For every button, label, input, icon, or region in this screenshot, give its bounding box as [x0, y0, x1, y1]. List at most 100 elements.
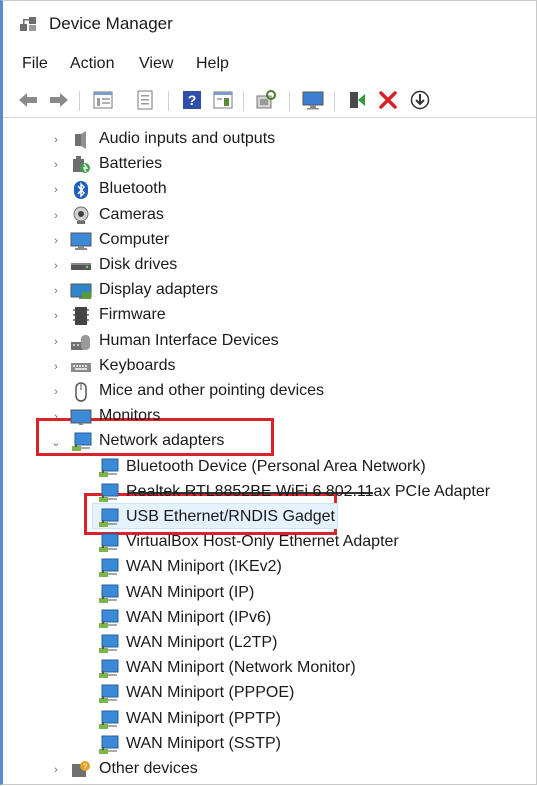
disk-drive-icon — [70, 256, 92, 276]
computer-icon — [70, 231, 92, 251]
tree-category-human-interface-devices[interactable]: › Human Interface Devices — [3, 329, 536, 354]
mouse-icon — [70, 382, 92, 402]
network-adapter-icon — [97, 533, 119, 553]
tree-category-bluetooth[interactable]: › Bluetooth — [3, 177, 536, 202]
firmware-icon — [70, 306, 92, 326]
tree-device-usb-ethernet-rndis-gadget[interactable]: USB Ethernet/RNDIS Gadget — [3, 505, 536, 530]
action-view-icon[interactable] — [211, 88, 235, 112]
menu-file[interactable]: File — [22, 53, 48, 75]
toolbar-separator — [334, 91, 335, 111]
network-adapter-icon — [97, 584, 119, 604]
tree-device-wan-miniport-ikev2[interactable]: WAN Miniport (IKEv2) — [3, 555, 536, 580]
menu-bar: File Action View Help — [3, 53, 536, 79]
device-manager-icon — [19, 15, 37, 33]
chevron-down-icon[interactable]: ⌄ — [50, 436, 62, 449]
category-label: Network adapters — [99, 432, 225, 450]
category-label: Cameras — [99, 205, 164, 223]
toolbar: ? — [3, 83, 536, 118]
category-label: Keyboards — [99, 356, 176, 374]
network-adapter-icon — [97, 609, 119, 629]
device-manager-window: Device Manager File Action View Help ? ›… — [0, 0, 537, 785]
tree-category-mice-and-other-pointing-devices[interactable]: › Mice and other pointing devices — [3, 379, 536, 404]
enable-driver-icon[interactable] — [345, 88, 369, 112]
help-icon[interactable]: ? — [180, 88, 204, 112]
tree-device-wan-miniport-ipv6[interactable]: WAN Miniport (IPv6) — [3, 606, 536, 631]
chevron-right-icon[interactable]: › — [50, 386, 62, 398]
network-adapter-icon — [97, 659, 119, 679]
show-hidden-icon[interactable] — [133, 88, 157, 112]
scan-hardware-icon[interactable] — [254, 88, 278, 112]
speaker-icon — [70, 130, 92, 150]
tree-category-batteries[interactable]: › Batteries — [3, 152, 536, 177]
toolbar-separator — [79, 91, 80, 111]
menu-action[interactable]: Action — [70, 53, 114, 75]
chevron-right-icon[interactable]: › — [50, 235, 62, 247]
device-label: WAN Miniport (PPTP) — [126, 709, 281, 727]
chevron-right-icon[interactable]: › — [50, 411, 62, 423]
tree-category-keyboards[interactable]: › Keyboards — [3, 354, 536, 379]
network-adapter-icon — [70, 432, 92, 452]
tree-device-virtualbox-host-only-ethernet-adapter[interactable]: VirtualBox Host-Only Ethernet Adapter — [3, 530, 536, 555]
tree-device-wan-miniport-ip[interactable]: WAN Miniport (IP) — [3, 581, 536, 606]
tree-category-network-adapters[interactable]: ⌄ Network adapters — [3, 429, 536, 454]
device-tree: › Audio inputs and outputs › Batteries › Blue… — [3, 119, 536, 786]
chevron-right-icon[interactable]: › — [50, 310, 62, 322]
category-label: Human Interface Devices — [99, 331, 279, 349]
tree-category-cameras[interactable]: › Cameras — [3, 203, 536, 228]
forward-icon[interactable] — [47, 88, 71, 112]
tree-device-wan-miniport-network-monitor[interactable]: WAN Miniport (Network Monitor) — [3, 656, 536, 681]
network-adapter-icon — [97, 634, 119, 654]
tree-device-realtek-rtl8852be-wifi-6-802-11ax-pcie-adapter[interactable]: Realtek RTL8852BE WiFi 6 802.11ax PCIe A… — [3, 480, 536, 505]
chevron-right-icon[interactable]: › — [50, 134, 62, 146]
chevron-right-icon[interactable]: › — [50, 260, 62, 272]
tree-category-computer[interactable]: › Computer — [3, 228, 536, 253]
device-label: USB Ethernet/RNDIS Gadget — [126, 508, 335, 525]
menu-help[interactable]: Help — [196, 53, 229, 75]
tree-category-audio-inputs-and-outputs[interactable]: › Audio inputs and outputs — [3, 127, 536, 152]
tree-device-bluetooth-device-personal-area-network[interactable]: Bluetooth Device (Personal Area Network) — [3, 455, 536, 480]
monitor-icon — [70, 407, 92, 427]
chevron-right-icon[interactable]: › — [50, 159, 62, 171]
toolbar-separator — [243, 91, 244, 111]
monitor-icon[interactable] — [301, 88, 325, 112]
other-devices-icon: ? — [70, 760, 92, 780]
tree-category-display-adapters[interactable]: › Display adapters — [3, 278, 536, 303]
device-label: WAN Miniport (SSTP) — [126, 734, 281, 752]
network-adapter-icon — [97, 684, 119, 704]
tree-device-wan-miniport-l2tp[interactable]: WAN Miniport (L2TP) — [3, 631, 536, 656]
device-label: WAN Miniport (IKEv2) — [126, 558, 282, 576]
svg-text:?: ? — [188, 92, 197, 108]
category-label: Disk drives — [99, 256, 178, 273]
tree-category-other-devices[interactable]: ›? Other devices — [3, 757, 536, 782]
menu-view[interactable]: View — [139, 53, 173, 75]
device-label: VirtualBox Host-Only Ethernet Adapter — [126, 533, 399, 551]
battery-icon — [70, 155, 92, 175]
uninstall-icon[interactable] — [376, 88, 400, 112]
chevron-right-icon[interactable]: › — [50, 184, 62, 196]
update-driver-icon[interactable] — [408, 88, 432, 112]
device-label: WAN Miniport (Network Monitor) — [126, 659, 356, 677]
category-label: Display adapters — [99, 281, 219, 299]
chevron-right-icon[interactable]: › — [50, 210, 62, 222]
tree-device-wan-miniport-pptp[interactable]: WAN Miniport (PPTP) — [3, 707, 536, 732]
device-label: Bluetooth Device (Personal Area Network) — [126, 457, 426, 475]
back-icon[interactable] — [16, 88, 40, 112]
tree-category-disk-drives[interactable]: › Disk drives — [3, 253, 536, 278]
category-label: Computer — [99, 230, 170, 248]
camera-icon — [70, 206, 92, 226]
device-label: WAN Miniport (IP) — [126, 583, 255, 601]
tree-category-firmware[interactable]: › Firmware — [3, 303, 536, 328]
toolbar-separator — [289, 91, 290, 111]
chevron-right-icon[interactable]: › — [50, 764, 62, 776]
chevron-right-icon[interactable]: › — [50, 336, 62, 348]
keyboard-icon — [70, 357, 92, 377]
tree-device-wan-miniport-pppoe[interactable]: WAN Miniport (PPPOE) — [3, 681, 536, 706]
properties-icon[interactable] — [91, 88, 115, 112]
window-title: Device Manager — [49, 14, 173, 33]
tree-category-monitors[interactable]: › Monitors — [3, 404, 536, 429]
chevron-right-icon[interactable]: › — [50, 361, 62, 373]
chevron-right-icon[interactable]: › — [50, 285, 62, 297]
tree-device-wan-miniport-sstp[interactable]: WAN Miniport (SSTP) — [3, 732, 536, 757]
hid-icon — [70, 332, 92, 352]
device-label: Realtek RTL8852BE WiFi 6 802.11ax PCIe A… — [126, 482, 491, 500]
